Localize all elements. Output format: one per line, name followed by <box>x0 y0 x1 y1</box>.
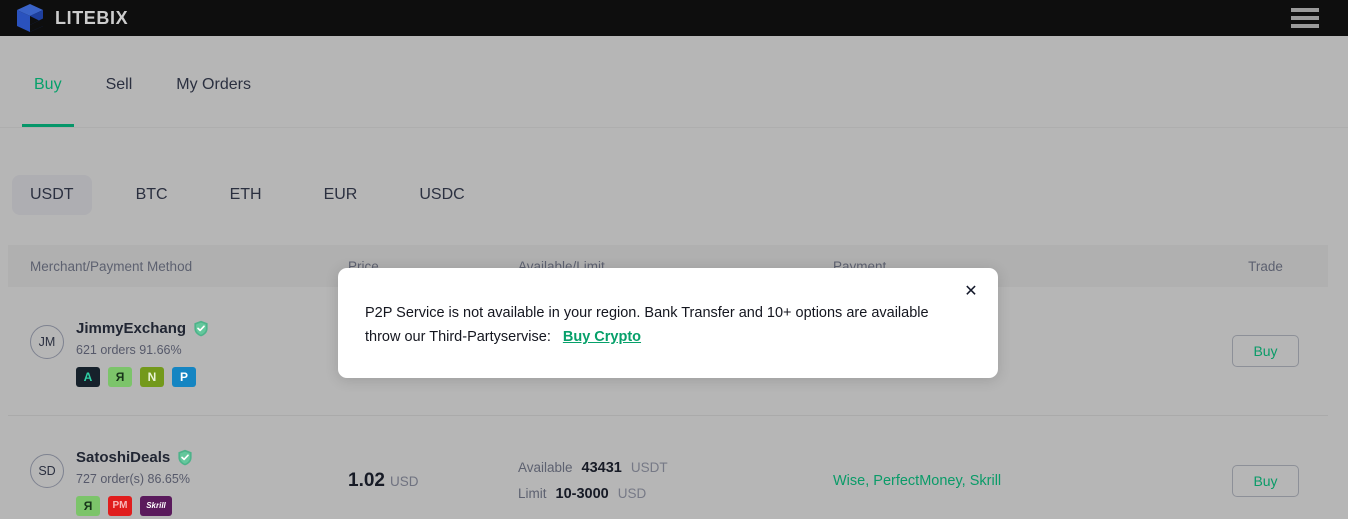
advcash-logo-icon: А <box>76 366 100 387</box>
brand-logo-group[interactable]: LITEBIX <box>16 3 128 33</box>
price-amount: 1.02 <box>348 469 385 491</box>
merchant-order-stats: 621 orders 91.66% <box>76 342 182 357</box>
merchant-payment-logos: Я PM Skrill <box>76 496 193 516</box>
neteller-logo-icon: N <box>140 366 164 387</box>
merchant-name[interactable]: JimmyExchang <box>76 320 186 337</box>
merchant-name[interactable]: SatoshiDeals <box>76 449 170 466</box>
modal-message-block: P2P Service is not available in your reg… <box>365 301 965 349</box>
region-restriction-modal: ✕ P2P Service is not available in your r… <box>338 268 998 378</box>
avatar: SD <box>30 454 64 488</box>
payment-methods-text: Wise, PerfectMoney, Skrill <box>833 472 1002 489</box>
avatar: JM <box>30 324 64 359</box>
tab-my-orders[interactable]: My Orders <box>154 36 273 127</box>
hamburger-menu-icon[interactable] <box>1291 8 1319 28</box>
column-header-trade: Trade <box>1248 258 1283 274</box>
payment-methods-cell: Wise, PerfectMoney, Skrill <box>833 472 1203 490</box>
merchant-order-stats: 727 order(s) 86.65% <box>76 472 190 486</box>
currency-tab-usdc[interactable]: USDC <box>401 175 482 215</box>
cube-logo-icon <box>17 4 43 32</box>
skrill-logo-icon: Skrill <box>140 496 172 516</box>
price-cell: 1.02 USD <box>348 470 518 492</box>
buy-button[interactable]: Buy <box>1232 335 1299 367</box>
column-header-merchant: Merchant/Payment Method <box>30 258 193 274</box>
trade-cell: Buy <box>1203 335 1328 367</box>
available-unit: USDT <box>630 459 668 475</box>
buy-crypto-link[interactable]: Buy Crypto <box>563 329 641 345</box>
table-row: SD SatoshiDeals 727 order(s) 86.65% Я PM… <box>8 416 1328 519</box>
currency-tab-btc[interactable]: BTC <box>118 175 186 215</box>
limit-unit: USD <box>617 485 647 501</box>
tab-buy[interactable]: Buy <box>12 36 84 127</box>
payeer-logo-icon: Я <box>108 366 132 387</box>
currency-tab-usdt[interactable]: USDT <box>12 175 92 215</box>
limit-label: Limit <box>518 485 547 501</box>
buy-button[interactable]: Buy <box>1232 464 1299 497</box>
payoneer-logo-icon: P <box>172 366 196 387</box>
hamburger-line <box>1291 8 1319 12</box>
close-icon[interactable]: ✕ <box>960 281 982 303</box>
tab-sell-label: Sell <box>105 76 133 93</box>
tab-my-orders-label: My Orders <box>176 76 251 93</box>
tab-buy-label: Buy <box>34 76 62 93</box>
trade-cell: Buy <box>1203 464 1328 497</box>
payeer-logo-icon: Я <box>76 496 100 516</box>
top-header-bar: LITEBIX <box>0 0 1348 36</box>
perfectmoney-logo-icon: PM <box>108 496 132 516</box>
main-tab-bar: Buy Sell My Orders <box>0 36 1348 128</box>
currency-tab-bar: USDT BTC ETH EUR USDC <box>0 160 1348 230</box>
price-currency: USD <box>389 473 419 489</box>
limit-value: 10-3000 <box>555 485 609 502</box>
brand-name-text: LITEBIX <box>55 7 129 28</box>
merchant-cell: SD SatoshiDeals 727 order(s) 86.65% Я PM… <box>8 445 348 516</box>
available-limit-cell: Available 43431 USDT Limit 10-3000 USD <box>518 455 833 507</box>
available-value: 43431 <box>581 459 622 476</box>
p2p-exchange-page: LITEBIX Buy Sell My Orders USDT BTC ETH … <box>0 0 1348 519</box>
hamburger-line <box>1291 16 1319 20</box>
hamburger-line <box>1291 24 1319 28</box>
verified-shield-icon <box>194 320 208 336</box>
currency-tab-eur[interactable]: EUR <box>306 175 376 215</box>
tab-sell[interactable]: Sell <box>84 36 155 127</box>
modal-message-text: P2P Service is not available in your reg… <box>365 305 929 345</box>
available-label: Available <box>518 459 573 475</box>
merchant-payment-logos: А Я N P <box>76 366 209 387</box>
verified-shield-icon <box>178 449 192 466</box>
merchant-cell: JM JimmyExchang 621 orders 91.66% А Я N … <box>8 316 348 387</box>
currency-tab-eth[interactable]: ETH <box>212 175 280 215</box>
